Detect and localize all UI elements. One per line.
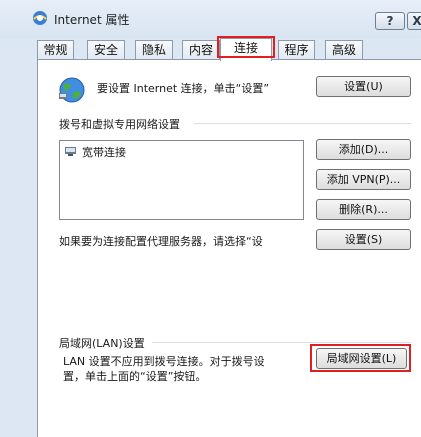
setup-button[interactable]: 设置(U) — [316, 76, 411, 97]
lan-group-label: 局域网(LAN)设置 — [59, 337, 145, 350]
tab-general[interactable]: 常规 — [37, 40, 74, 60]
tab-privacy[interactable]: 隐私 — [135, 40, 173, 60]
lan-button-highlight-box — [310, 344, 411, 372]
close-button[interactable]: X — [407, 12, 421, 30]
add-vpn-button[interactable]: 添加 VPN(P)... — [316, 169, 411, 190]
globe-connection-icon — [59, 77, 85, 103]
connections-list[interactable]: 宽带连接 — [59, 140, 304, 220]
internet-explorer-icon — [33, 11, 47, 25]
list-item[interactable]: 宽带连接 — [60, 141, 303, 159]
dialup-group-divider — [194, 123, 411, 124]
title-bar[interactable]: Internet 属性 ? X — [0, 0, 421, 38]
list-item-label: 宽带连接 — [82, 146, 126, 159]
proxy-description: 如果要为连接配置代理服务器，请选择“设 — [59, 235, 263, 248]
network-connection-icon — [65, 147, 76, 156]
tab-advanced[interactable]: 高级 — [325, 40, 363, 60]
setup-description: 要设置 Internet 连接，单击“设置” — [97, 82, 270, 95]
lan-group-divider — [152, 342, 411, 343]
tab-security[interactable]: 安全 — [87, 40, 125, 60]
tab-highlight-box — [217, 36, 275, 58]
window-title: Internet 属性 — [54, 13, 130, 27]
proxy-settings-button[interactable]: 设置(S) — [316, 229, 411, 250]
lan-description-line1: LAN 设置不应用到拨号连接。对于拨号设 — [63, 355, 265, 368]
lan-description-line2: 置，单击上面的“设置”按钮。 — [63, 370, 207, 383]
internet-properties-window: Internet 属性 ? X 常规 安全 隐私 内容 连接 程序 高级 要设置… — [0, 0, 421, 437]
tab-content[interactable]: 内容 — [182, 40, 220, 60]
delete-button[interactable]: 删除(R)... — [316, 199, 411, 220]
help-button[interactable]: ? — [375, 12, 405, 30]
tab-programs[interactable]: 程序 — [278, 40, 315, 60]
add-button[interactable]: 添加(D)... — [316, 139, 411, 160]
dialup-vpn-group-label: 拨号和虚拟专用网络设置 — [59, 118, 180, 131]
